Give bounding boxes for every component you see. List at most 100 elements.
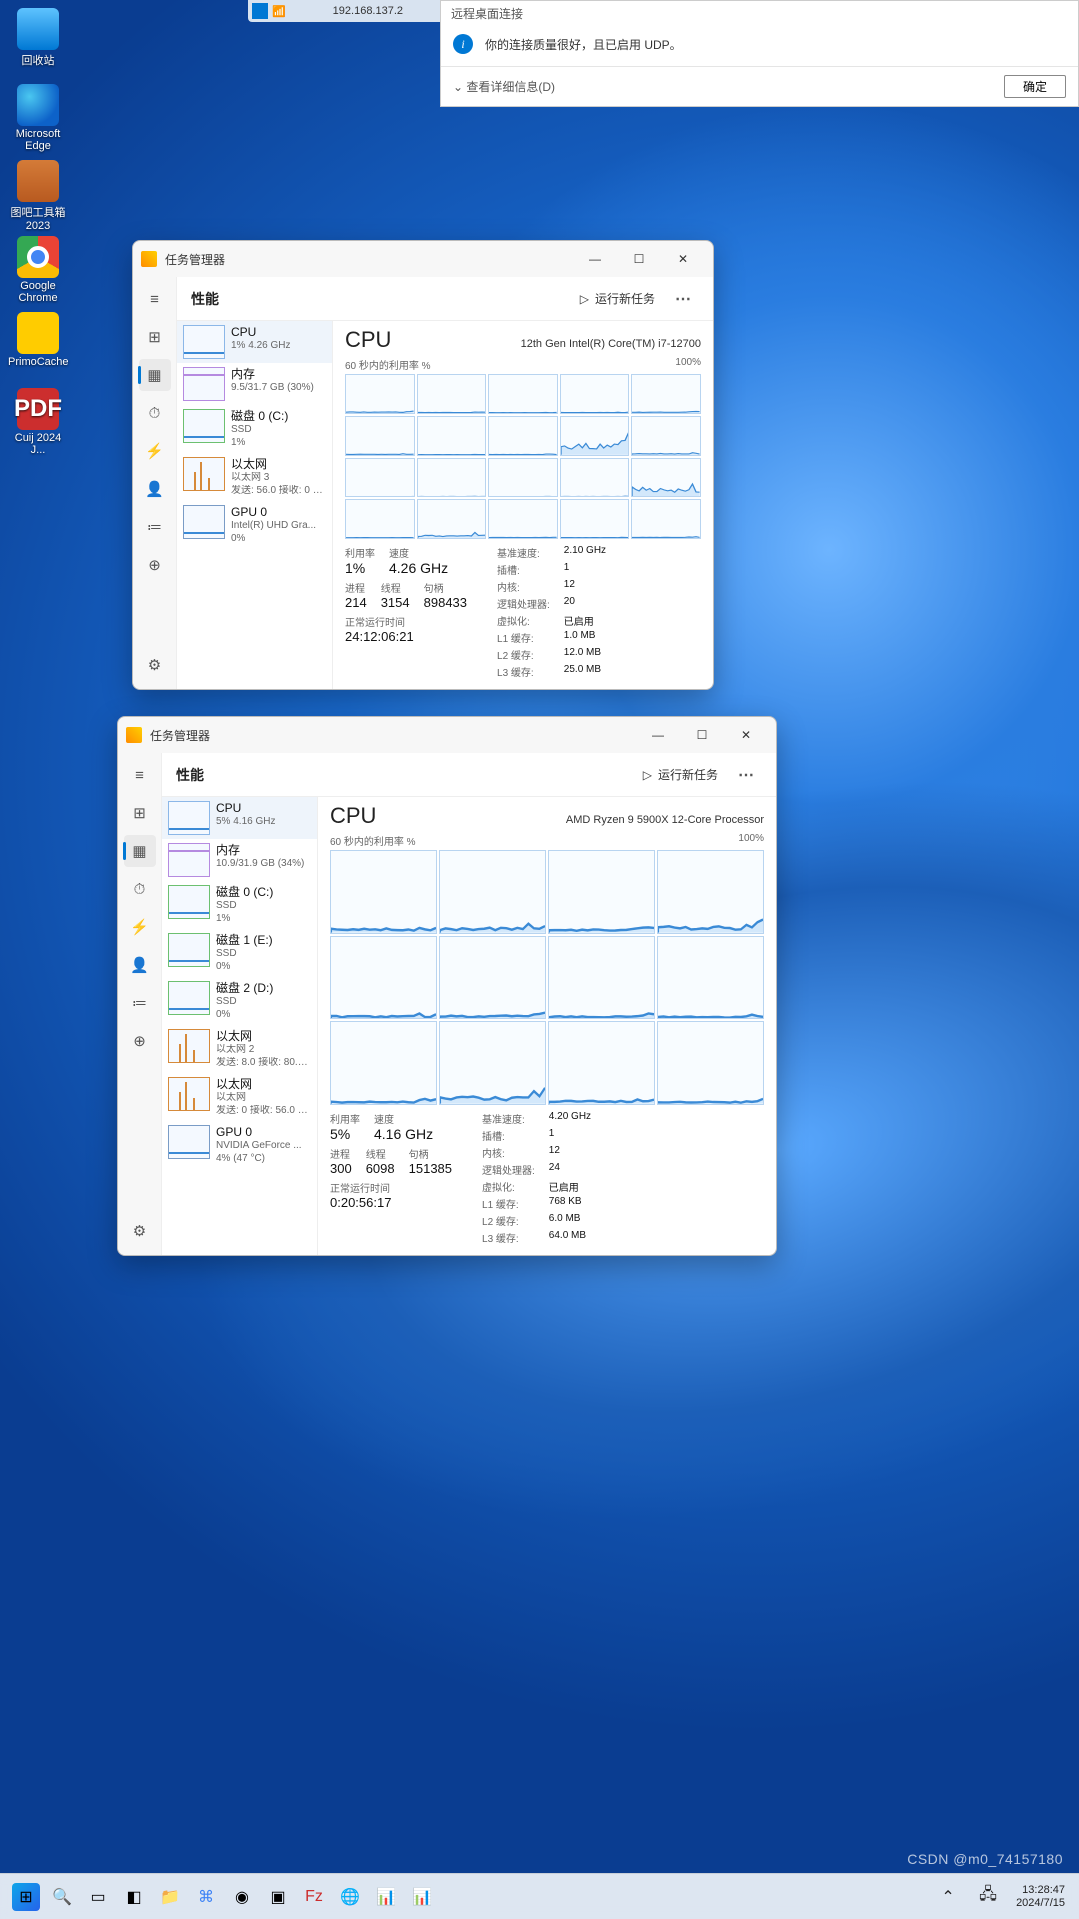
run-task-button[interactable]: ▷ 运行新任务 [572,286,663,311]
task-manager-window-1: 任务管理器 ― ☐ ✕ ≡ ⊞ ▦ ⏱ ⚡ 👤 ≔ ⊕ ⚙ 性能 ▷ 运行新任务 [132,240,714,690]
start-button[interactable]: ⊞ [12,1883,40,1911]
core-cell [345,374,415,414]
search-icon[interactable]: 🔍 [48,1883,76,1911]
perf-item--[interactable]: 内存 9.5/31.7 GB (30%) [177,363,332,405]
core-cell [657,850,764,934]
perf-item--2-d-[interactable]: 磁盘 2 (D:) SSD0% [162,977,317,1025]
core-cell [548,850,655,934]
task-manager-taskbar-icon-2[interactable]: 📊 [408,1883,436,1911]
maximize-button[interactable]: ☐ [617,244,661,274]
kv-value: 64.0 MB [549,1230,591,1245]
terminal-icon[interactable]: ▣ [264,1883,292,1911]
nav-users-icon[interactable]: 👤 [124,949,156,981]
minimize-button[interactable]: ― [636,720,680,750]
uptime-value: 0:20:56:17 [330,1195,452,1210]
kv-value: 已启用 [564,613,606,628]
clock[interactable]: 13:28:47 2024/7/15 [1010,1884,1071,1908]
desktop-icon-pdf[interactable]: PDFCuij 2024 J... [8,388,68,456]
perf-item--[interactable]: 以太网 以太网发送: 0 接收: 56.0 Kbps [162,1073,317,1121]
taskbar[interactable]: ⊞ 🔍 ▭ ◧ 📁 ⌘ ◉ ▣ Fz 🌐 📊 📊 ⌃ 🖧 13:28:47 20… [0,1873,1079,1919]
core-cell [330,1021,437,1105]
watermark: CSDN @m0_74157180 [907,1851,1063,1867]
nav-users-icon[interactable]: 👤 [139,473,171,505]
icon-label: PrimoCache [8,356,68,368]
perf-item-title: GPU 0 [231,505,326,520]
header-title: 性能 [191,289,219,309]
settings-icon[interactable]: ⚙ [124,1215,156,1247]
maximize-button[interactable]: ☐ [680,720,724,750]
vscode-icon[interactable]: ⌘ [192,1883,220,1911]
kv-key: L1 缓存: [497,630,550,645]
run-task-button[interactable]: ▷ 运行新任务 [635,762,726,787]
perf-item-cpu[interactable]: CPU 1% 4.26 GHz [177,321,332,363]
desktop-icon-recycle[interactable]: 回收站 [8,8,68,68]
nav-processes-icon[interactable]: ⊞ [124,797,156,829]
task-view-icon[interactable]: ▭ [84,1883,112,1911]
filezilla-icon[interactable]: Fz [300,1883,328,1911]
perf-item-title: GPU 0 [216,1125,311,1140]
kv-key: 插槽: [482,1128,535,1143]
core-cell [345,499,415,539]
perf-item-sub: Intel(R) UHD Gra... [231,520,326,533]
desktop-icon-edge[interactable]: Microsoft Edge [8,84,68,152]
perf-item-cpu[interactable]: CPU 5% 4.16 GHz [162,797,317,839]
nav-processes-icon[interactable]: ⊞ [139,321,171,353]
pin-icon[interactable] [252,3,268,19]
nav-startup-icon[interactable]: ⚡ [124,911,156,943]
perf-item-gpu-0[interactable]: GPU 0 Intel(R) UHD Gra...0% [177,501,332,549]
nav-history-icon[interactable]: ⏱ [124,873,156,905]
close-button[interactable]: ✕ [724,720,768,750]
minimize-button[interactable]: ― [573,244,617,274]
perf-item--1-e-[interactable]: 磁盘 1 (E:) SSD0% [162,929,317,977]
ok-button[interactable]: 确定 [1004,75,1066,98]
nav-history-icon[interactable]: ⏱ [139,397,171,429]
perf-item-sub: 1% 4.26 GHz [231,340,326,353]
desktop-icon-primo[interactable]: PrimoCache [8,312,68,368]
file-explorer-icon[interactable]: 📁 [156,1883,184,1911]
chrome-icon[interactable]: ◉ [228,1883,256,1911]
widgets-icon[interactable]: ◧ [120,1883,148,1911]
thumb-icon [168,1077,210,1111]
nav-details-icon[interactable]: ≔ [124,987,156,1019]
details-toggle[interactable]: ⌄ 查看详细信息(D) [453,78,555,95]
thumb-icon [168,981,210,1015]
nav-menu-icon[interactable]: ≡ [139,283,171,315]
settings-icon[interactable]: ⚙ [139,649,171,681]
titlebar[interactable]: 任务管理器 ― ☐ ✕ [118,717,776,753]
stat-label: 线程 [381,580,410,595]
nav-services-icon[interactable]: ⊕ [139,549,171,581]
icon-label: 回收站 [8,52,68,68]
perf-item-gpu-0[interactable]: GPU 0 NVIDIA GeForce ...4% (47 °C) [162,1121,317,1169]
nav-services-icon[interactable]: ⊕ [124,1025,156,1057]
kv-value: 1.0 MB [564,630,606,645]
perf-item--0-c-[interactable]: 磁盘 0 (C:) SSD1% [177,405,332,453]
rdp-connection-bar[interactable]: 📶 192.168.137.2 [248,0,444,22]
nav-menu-icon[interactable]: ≡ [124,759,156,791]
core-cell [417,374,487,414]
nav-startup-icon[interactable]: ⚡ [139,435,171,467]
tray-network-icon[interactable]: 🖧 [974,1883,1002,1911]
perf-item--0-c-[interactable]: 磁盘 0 (C:) SSD1% [162,881,317,929]
desktop-icon-toolbox[interactable]: 图吧工具箱2023 [8,160,68,232]
perf-item--[interactable]: 以太网 以太网 3发送: 56.0 接收: 0 Kbps [177,453,332,501]
nav-rail: ≡ ⊞ ▦ ⏱ ⚡ 👤 ≔ ⊕ ⚙ [118,753,162,1255]
perf-item-title: 以太网 [231,457,326,472]
nav-details-icon[interactable]: ≔ [139,511,171,543]
kv-key: L2 缓存: [497,647,550,662]
titlebar[interactable]: 任务管理器 ― ☐ ✕ [133,241,713,277]
desktop-icon-chrome[interactable]: Google Chrome [8,236,68,304]
task-manager-taskbar-icon[interactable]: 📊 [372,1883,400,1911]
kv-key: 逻辑处理器: [482,1162,535,1177]
perf-item-title: 磁盘 1 (E:) [216,933,311,948]
more-icon[interactable]: ⋯ [730,761,762,789]
nav-performance-icon[interactable]: ▦ [124,835,156,867]
perf-item-sub: NVIDIA GeForce ... [216,1140,311,1153]
edge-taskbar-icon[interactable]: 🌐 [336,1883,364,1911]
tray-chevron-icon[interactable]: ⌃ [934,1883,962,1911]
stat-value: 5% [330,1126,360,1142]
more-icon[interactable]: ⋯ [667,285,699,313]
nav-performance-icon[interactable]: ▦ [139,359,171,391]
perf-item--[interactable]: 内存 10.9/31.9 GB (34%) [162,839,317,881]
perf-item--[interactable]: 以太网 以太网 2发送: 8.0 接收: 80.0 Kbps [162,1025,317,1073]
close-button[interactable]: ✕ [661,244,705,274]
